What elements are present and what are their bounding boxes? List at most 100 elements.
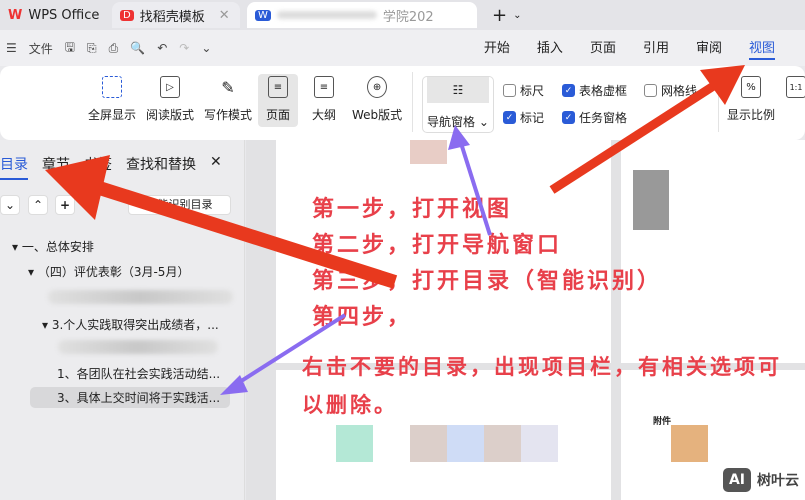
- tab-document[interactable]: W 学院202: [247, 2, 477, 28]
- one-to-one-icon: 1:1: [786, 76, 805, 98]
- divider: [718, 72, 719, 132]
- tab-references[interactable]: 引用: [643, 37, 669, 60]
- fullscreen-icon: [102, 76, 122, 98]
- more-icon[interactable]: ⌄: [201, 41, 211, 55]
- markup-checkbox[interactable]: ✓ 标记: [503, 109, 544, 126]
- label: Web版式: [352, 108, 403, 122]
- table-gridlines-checkbox[interactable]: ✓ 表格虚框: [562, 82, 627, 99]
- color-block: [671, 425, 708, 462]
- checkbox[interactable]: ✓: [503, 111, 516, 124]
- checkbox[interactable]: [644, 84, 657, 97]
- globe-icon: ⊕: [367, 76, 388, 98]
- tab-bookmarks[interactable]: 书签: [84, 154, 112, 180]
- menu-icon[interactable]: ☰: [6, 41, 17, 55]
- label: 大纲: [312, 108, 337, 122]
- toc-item[interactable]: ▾ 一、总体安排: [12, 238, 94, 255]
- checkbox[interactable]: [503, 84, 516, 97]
- blurred-title: [276, 11, 377, 19]
- nav-pane-button[interactable]: ☷ 导航窗格 ⌄: [422, 76, 494, 133]
- color-block: [484, 425, 521, 462]
- label: 表格虚框: [579, 84, 628, 98]
- page-view-button[interactable]: ≡ 页面: [258, 74, 299, 127]
- tab-label: 学院202: [382, 9, 434, 25]
- tab-insert[interactable]: 插入: [537, 37, 563, 60]
- smart-toc-button[interactable]: 智能识别目录: [128, 195, 231, 215]
- outline-button[interactable]: ≡ 大纲: [312, 76, 336, 123]
- tab-find-replace[interactable]: 查找和替换: [126, 154, 196, 180]
- play-icon: ▷: [160, 76, 180, 98]
- divider: [412, 72, 413, 132]
- annotation-note: 右击不要的目录，出现项目栏，有相关选项可以删除。: [302, 355, 782, 417]
- tab-label: 找稻壳模板: [139, 9, 205, 25]
- menu-bar: ☰ 文件 🖫 ⎘ ⎙ 🔍 ↶ ↷ ⌄ 开始 插入 页面 引用 审阅 视图: [0, 30, 805, 66]
- nav-pane-icon: ☷: [427, 77, 489, 103]
- expand-button[interactable]: ⌄: [0, 195, 20, 215]
- gridlines-checkbox[interactable]: 网格线: [644, 82, 697, 99]
- write-mode-button[interactable]: ✎ 写作模式: [204, 76, 252, 123]
- blurred-item: [48, 290, 233, 304]
- label: 页面: [266, 108, 291, 122]
- web-layout-button[interactable]: ⊕ Web版式: [352, 76, 402, 123]
- redo-icon[interactable]: ↷: [179, 41, 189, 55]
- checkbox[interactable]: ✓: [562, 111, 575, 124]
- label: 写作模式: [204, 108, 253, 122]
- file-menu[interactable]: 文件: [29, 40, 53, 57]
- watermark: AI 树叶云: [722, 468, 799, 492]
- tab-page[interactable]: 页面: [590, 37, 616, 60]
- tab-label: WPS Office: [28, 7, 100, 23]
- page-icon: ≡: [268, 76, 288, 98]
- checkbox[interactable]: ✓: [562, 84, 575, 97]
- read-mode-button[interactable]: ▷ 阅读版式: [146, 76, 194, 123]
- print-icon[interactable]: ⎙: [109, 41, 119, 56]
- step-3: 第三步，打开目录（智能识别）: [312, 269, 663, 294]
- ruler-checkbox[interactable]: 标尺: [503, 82, 544, 99]
- tab-home[interactable]: 开始: [484, 37, 510, 60]
- new-tab-button[interactable]: + ⌄: [484, 2, 529, 28]
- tab-chapters[interactable]: 章节: [42, 154, 70, 180]
- tab-review[interactable]: 审阅: [696, 37, 722, 60]
- color-block: [410, 140, 447, 164]
- toc-item[interactable]: ▾ 3.个人实践取得突出成绩者，...: [42, 316, 219, 333]
- add-button[interactable]: +: [55, 195, 75, 215]
- tab-bar: W WPS Office D 找稻壳模板 ✕ W 学院202 + ⌄: [0, 0, 805, 30]
- brand-name: 树叶云: [757, 473, 799, 489]
- close-icon[interactable]: ✕: [219, 8, 230, 23]
- save-icon[interactable]: 🖫: [65, 38, 75, 59]
- step-1: 第一步，打开视图: [312, 197, 513, 222]
- label: 标记: [520, 111, 545, 125]
- label: 显示比例: [727, 108, 776, 122]
- color-block: [447, 425, 484, 462]
- blurred-item: [58, 340, 218, 354]
- print-preview-icon[interactable]: 🔍: [130, 41, 145, 55]
- actual-size-button[interactable]: 1:1: [786, 76, 805, 98]
- ribbon: 全屏显示 ▷ 阅读版式 ✎ 写作模式 ≡ 页面 ≡ 大纲 ⊕ Web版式 ☷ 导航窗格 ⌄ …: [0, 66, 805, 140]
- percent-icon: %: [741, 76, 761, 98]
- fullscreen-button[interactable]: 全屏显示: [88, 76, 136, 123]
- color-block: [521, 425, 558, 462]
- label: 网格线: [661, 84, 698, 98]
- docer-icon: D: [120, 9, 134, 21]
- outline-icon: ≡: [314, 76, 334, 98]
- zoom-button[interactable]: % 显示比例: [727, 76, 775, 123]
- toc-item-selected[interactable]: 3、具体上交时间将于实践活...: [30, 387, 230, 408]
- export-icon[interactable]: ⎘: [87, 41, 97, 56]
- close-icon[interactable]: ✕: [210, 154, 222, 180]
- undo-icon[interactable]: ↶: [157, 41, 167, 55]
- toc-item[interactable]: 1、各团队在社会实践活动结...: [57, 365, 220, 382]
- tab-template[interactable]: D 找稻壳模板 ✕: [112, 2, 240, 28]
- step-4: 第四步，: [312, 305, 413, 330]
- collapse-button[interactable]: ⌃: [28, 195, 48, 215]
- tab-view[interactable]: 视图: [748, 37, 775, 60]
- pen-icon: ✎: [221, 77, 235, 97]
- step-2: 第二步，打开导航窗口: [312, 233, 563, 258]
- toc-item[interactable]: ▾ （四）评优表彰（3月-5月）: [28, 263, 189, 280]
- task-pane-checkbox[interactable]: ✓ 任务窗格: [562, 109, 627, 126]
- tab-wps-office[interactable]: W WPS Office: [0, 2, 107, 28]
- label: 导航窗格 ⌄: [427, 115, 489, 129]
- tab-toc[interactable]: 目录: [0, 154, 28, 180]
- label: 标尺: [520, 84, 545, 98]
- annotation-steps: 第一步，打开视图 第二步，打开导航窗口 第三步，打开目录（智能识别） 第四步，: [312, 192, 662, 336]
- label: 任务窗格: [579, 111, 628, 125]
- navigation-pane: 目录 章节 书签 查找和替换 ✕ ⌄ ⌃ + 智能识别目录 ▾ 一、总体安排 ▾…: [0, 140, 245, 500]
- color-block: [410, 425, 447, 462]
